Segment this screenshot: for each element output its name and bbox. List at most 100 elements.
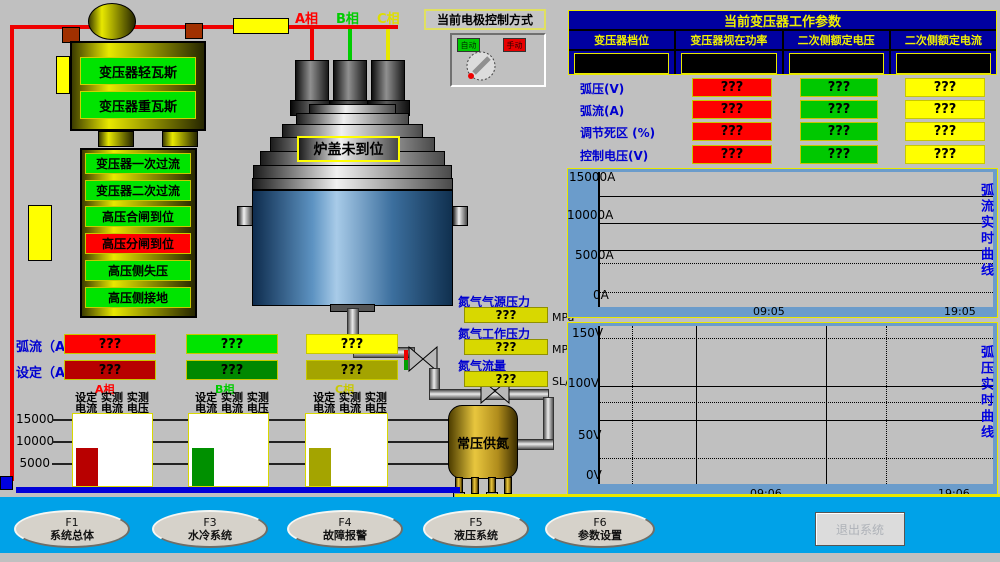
params-col-apparent-power: 变压器视在功率	[676, 31, 783, 49]
bar-baseline	[16, 487, 460, 493]
lid-status-indicator: 炉盖未到位	[297, 136, 400, 162]
bar-header-a: 设定 实测 实测 电流 电流 电压	[62, 391, 162, 415]
fkey: F4	[338, 516, 351, 529]
phase-b-label: B相	[336, 8, 359, 27]
deadband-label: 调节死区 (%)	[580, 124, 655, 141]
exit-system-button[interactable]: 退出系统	[815, 512, 905, 546]
param-r2-b: ???	[800, 122, 878, 141]
trend1-ytick-0: 15000A	[569, 170, 615, 184]
arc-current-label: 弧流(A)	[580, 102, 624, 119]
param-r0-c: ???	[905, 78, 985, 97]
fuse-symbol-top	[233, 18, 289, 34]
gridline	[600, 458, 993, 459]
fkey: F6	[593, 516, 606, 529]
phase-a-label: A相	[295, 8, 318, 27]
trend2-ytick-2: 50V	[578, 428, 601, 442]
trend2-ytick-1: 100V	[568, 376, 599, 390]
param-r1-b: ???	[800, 100, 878, 119]
transformer-leg	[162, 131, 198, 147]
furnace-body	[252, 190, 453, 306]
param-r2-c: ???	[905, 122, 985, 141]
footer-button-fault-alarm[interactable]: F4 故障报警	[287, 510, 403, 548]
trend1-ytick-3: 0A	[593, 288, 609, 302]
manual-mode-button[interactable]: 手动	[503, 38, 526, 52]
bus-line-left-vertical	[10, 25, 14, 481]
alarm-light-gas: 变压器轻瓦斯	[80, 57, 196, 85]
footer-button-settings[interactable]: F6 参数设置	[545, 510, 655, 548]
params-col-tap: 变压器档位	[569, 31, 676, 49]
gridline	[600, 420, 993, 421]
fkey: F1	[65, 516, 78, 529]
trend2-ytick-0: 150V	[572, 326, 603, 340]
arc-current-c-value: ???	[306, 334, 398, 354]
arc-voltage-label: 弧压(V)	[580, 80, 624, 97]
params-value-rated-voltage	[789, 53, 884, 74]
gridline	[600, 402, 993, 403]
arc-current-trend-title: 弧流实时曲线	[976, 183, 995, 305]
setpoint-c-value: ???	[306, 360, 398, 380]
bar-header-b: 设定 实测 实测 电流 电流 电压	[182, 391, 282, 415]
alarm-heavy-gas: 变压器重瓦斯	[80, 91, 196, 119]
mode-selector-dial[interactable]	[463, 47, 499, 85]
arc-voltage-trend-plot	[598, 326, 993, 484]
trend1-ytick-2: 5000A	[575, 248, 614, 262]
param-r1-a: ???	[692, 100, 772, 119]
alarm-hv-close-in-place: 高压合闸到位	[85, 206, 191, 227]
gridline	[632, 326, 633, 484]
arc-current-trend-plot	[598, 172, 993, 307]
fuse-symbol-left	[28, 205, 52, 261]
gridline	[886, 326, 887, 484]
alarm-primary-overcurrent: 变压器一次过流	[85, 153, 191, 174]
params-col-rated-current: 二次侧额定电流	[891, 31, 996, 49]
alarm-secondary-overcurrent: 变压器二次过流	[85, 180, 191, 201]
flabel: 水冷系统	[188, 529, 232, 542]
tank-leg	[471, 477, 479, 494]
transformer-bushing-red-right	[185, 23, 203, 39]
footer-button-water-cooling[interactable]: F3 水冷系统	[152, 510, 268, 548]
arc-voltage-trend-title: 弧压实时曲线	[976, 345, 995, 467]
electrode-control-title: 当前电极控制方式	[424, 9, 546, 30]
ground-block	[0, 476, 13, 490]
arc-current-a-value: ???	[64, 334, 156, 354]
phase-c-label: C相	[377, 8, 400, 27]
param-r3-a: ???	[692, 145, 772, 164]
gridline	[600, 263, 993, 264]
trend1-xtick-1: 19:05	[944, 305, 976, 318]
gridline	[600, 338, 993, 339]
bar-ytick-10000: 10000	[16, 434, 50, 448]
trend1-xtick-0: 09:05	[753, 305, 785, 318]
bar-a-set-current	[76, 448, 98, 486]
transformer-leg	[98, 131, 134, 147]
transformer-conservator	[88, 3, 136, 40]
gridline	[600, 196, 993, 197]
params-col-rated-voltage: 二次侧额定电压	[784, 31, 891, 49]
alarm-hv-ground: 高压侧接地	[85, 287, 191, 308]
pipe	[514, 439, 554, 450]
param-r0-b: ???	[800, 78, 878, 97]
param-r1-c: ???	[905, 100, 985, 119]
bar-ytick-5000: 5000	[16, 456, 50, 470]
gridline	[600, 386, 993, 387]
fkey: F5	[469, 516, 482, 529]
footer-button-hydraulic[interactable]: F5 液压系统	[423, 510, 529, 548]
arc-current-b-value: ???	[186, 334, 278, 354]
flabel: 系统总体	[50, 529, 94, 542]
trend2-ytick-3: 0V	[586, 468, 602, 482]
gridline	[600, 250, 993, 251]
param-r3-c: ???	[905, 145, 985, 164]
gridline	[600, 223, 993, 224]
furnace-rim	[252, 178, 453, 190]
alarm-hv-loss-voltage: 高压侧失压	[85, 260, 191, 281]
n2-working-pressure-value: ???	[464, 339, 548, 355]
setpoint-b-value: ???	[186, 360, 278, 380]
footer-button-system-overview[interactable]: F1 系统总体	[14, 510, 130, 548]
param-r3-b: ???	[800, 145, 878, 164]
fkey: F3	[203, 516, 216, 529]
furnace-knob-right	[452, 206, 468, 226]
furnace-knob-left	[237, 206, 253, 226]
tank-leg	[504, 477, 512, 494]
setpoint-a-value: ???	[64, 360, 156, 380]
flabel: 故障报警	[323, 529, 367, 542]
params-value-rated-current	[896, 53, 991, 74]
params-value-apparent-power	[681, 53, 776, 74]
